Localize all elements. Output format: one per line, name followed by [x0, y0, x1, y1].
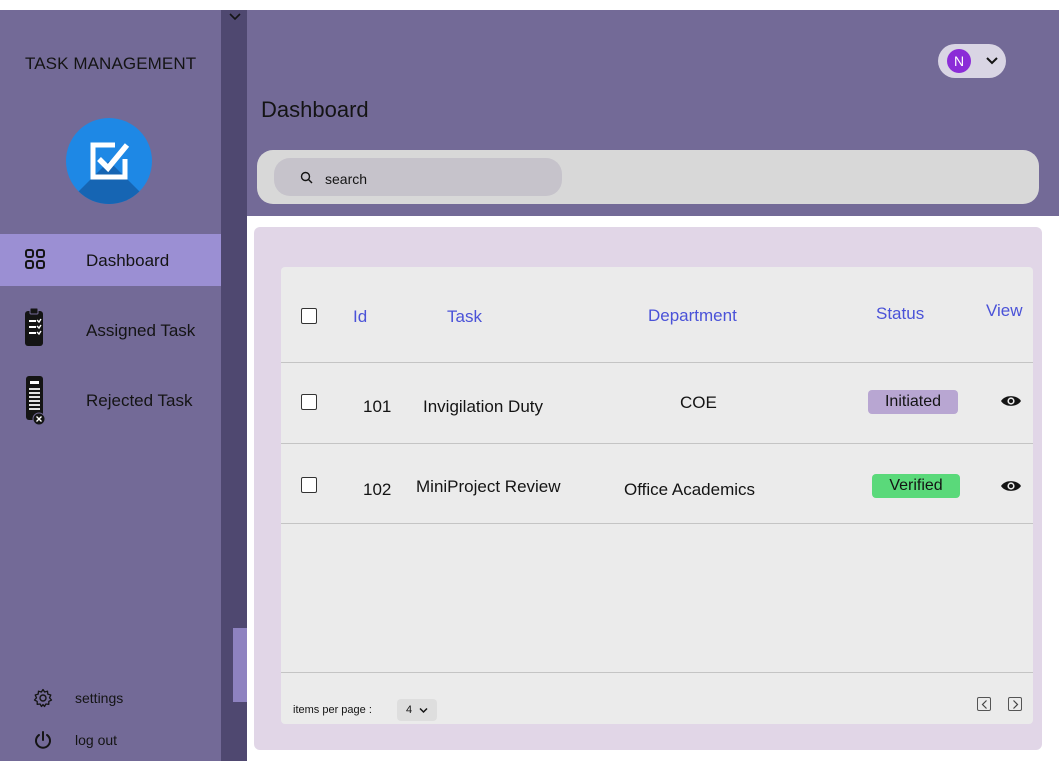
cell-task: Invigilation Duty — [423, 397, 544, 416]
settings-link[interactable]: settings — [0, 684, 221, 714]
row-checkbox[interactable] — [301, 394, 317, 410]
sidebar-item-label: Assigned Task — [86, 321, 196, 340]
power-icon — [35, 731, 51, 749]
search-icon — [300, 171, 313, 184]
logout-label: log out — [75, 732, 118, 748]
sidebar-item-label: Rejected Task — [86, 391, 193, 410]
row-divider — [281, 362, 1033, 363]
items-per-page-label: items per page : — [293, 704, 372, 716]
eye-icon[interactable] — [1000, 479, 1022, 493]
row-checkbox[interactable] — [301, 477, 317, 493]
row-divider — [281, 523, 1033, 524]
app-title: TASK MANAGEMENT — [25, 54, 197, 73]
clipboard-check-icon — [25, 307, 43, 346]
column-header-task[interactable]: Task — [447, 307, 482, 327]
cell-id: 102 — [363, 480, 392, 499]
cell-department: Office Academics — [624, 480, 756, 499]
sidebar-scrollbar-thumb[interactable] — [233, 628, 247, 702]
cell-department: COE — [680, 393, 717, 412]
select-all-checkbox[interactable] — [301, 308, 317, 324]
checkbox-logo-icon — [90, 142, 130, 180]
previous-page-button[interactable] — [977, 697, 991, 711]
column-header-id[interactable]: Id — [353, 307, 367, 327]
footer-divider — [281, 672, 1033, 673]
row-divider — [281, 443, 1033, 444]
sidebar-item-assigned-task[interactable]: Assigned Task — [0, 304, 221, 356]
page-title: Dashboard — [261, 97, 369, 122]
eye-icon[interactable] — [1000, 394, 1022, 408]
search-input[interactable] — [325, 165, 545, 193]
items-per-page-select[interactable]: 4 — [397, 699, 437, 721]
grid-icon — [25, 249, 45, 269]
column-header-view[interactable]: View — [986, 301, 1023, 321]
chevron-down-icon — [986, 57, 998, 65]
column-header-status[interactable]: Status — [876, 304, 924, 324]
next-page-button[interactable] — [1008, 697, 1022, 711]
chevron-left-icon — [981, 700, 987, 709]
app-logo — [66, 118, 152, 204]
items-per-page-value: 4 — [406, 704, 413, 716]
cell-task: MiniProject Review — [416, 477, 561, 496]
clipboard-rejected-icon — [26, 376, 46, 426]
chevron-down-icon — [419, 707, 428, 714]
chevron-down-icon[interactable] — [228, 12, 242, 22]
status-badge: Initiated — [868, 390, 958, 414]
sidebar-item-rejected-task[interactable]: Rejected Task — [0, 374, 221, 426]
cell-id: 101 — [363, 397, 392, 416]
avatar: N — [947, 49, 971, 73]
gear-icon — [33, 688, 53, 708]
column-header-department[interactable]: Department — [648, 306, 737, 326]
sidebar-item-label: Dashboard — [86, 251, 170, 270]
status-badge: Verified — [872, 474, 960, 498]
sidebar: TASK MANAGEMENT Dashboard Assigned Task — [0, 10, 221, 761]
logout-link[interactable]: log out — [0, 726, 221, 756]
settings-label: settings — [75, 690, 124, 706]
sidebar-item-dashboard[interactable]: Dashboard — [0, 234, 221, 286]
chevron-right-icon — [1013, 700, 1019, 709]
